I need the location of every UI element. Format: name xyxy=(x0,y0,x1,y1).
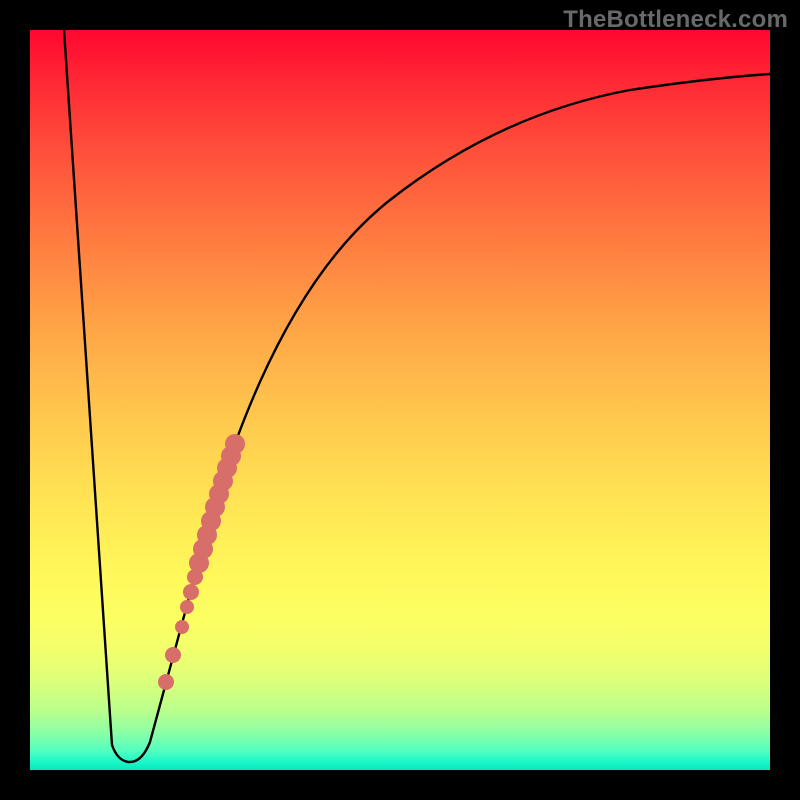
data-point xyxy=(225,434,245,454)
chart-frame: TheBottleneck.com xyxy=(0,0,800,800)
highlighted-points xyxy=(158,434,245,690)
data-point xyxy=(183,584,199,600)
plot-area xyxy=(30,30,770,770)
chart-svg xyxy=(30,30,770,770)
data-point xyxy=(175,620,189,634)
data-point xyxy=(165,647,181,663)
data-point xyxy=(158,674,174,690)
data-point xyxy=(180,600,194,614)
